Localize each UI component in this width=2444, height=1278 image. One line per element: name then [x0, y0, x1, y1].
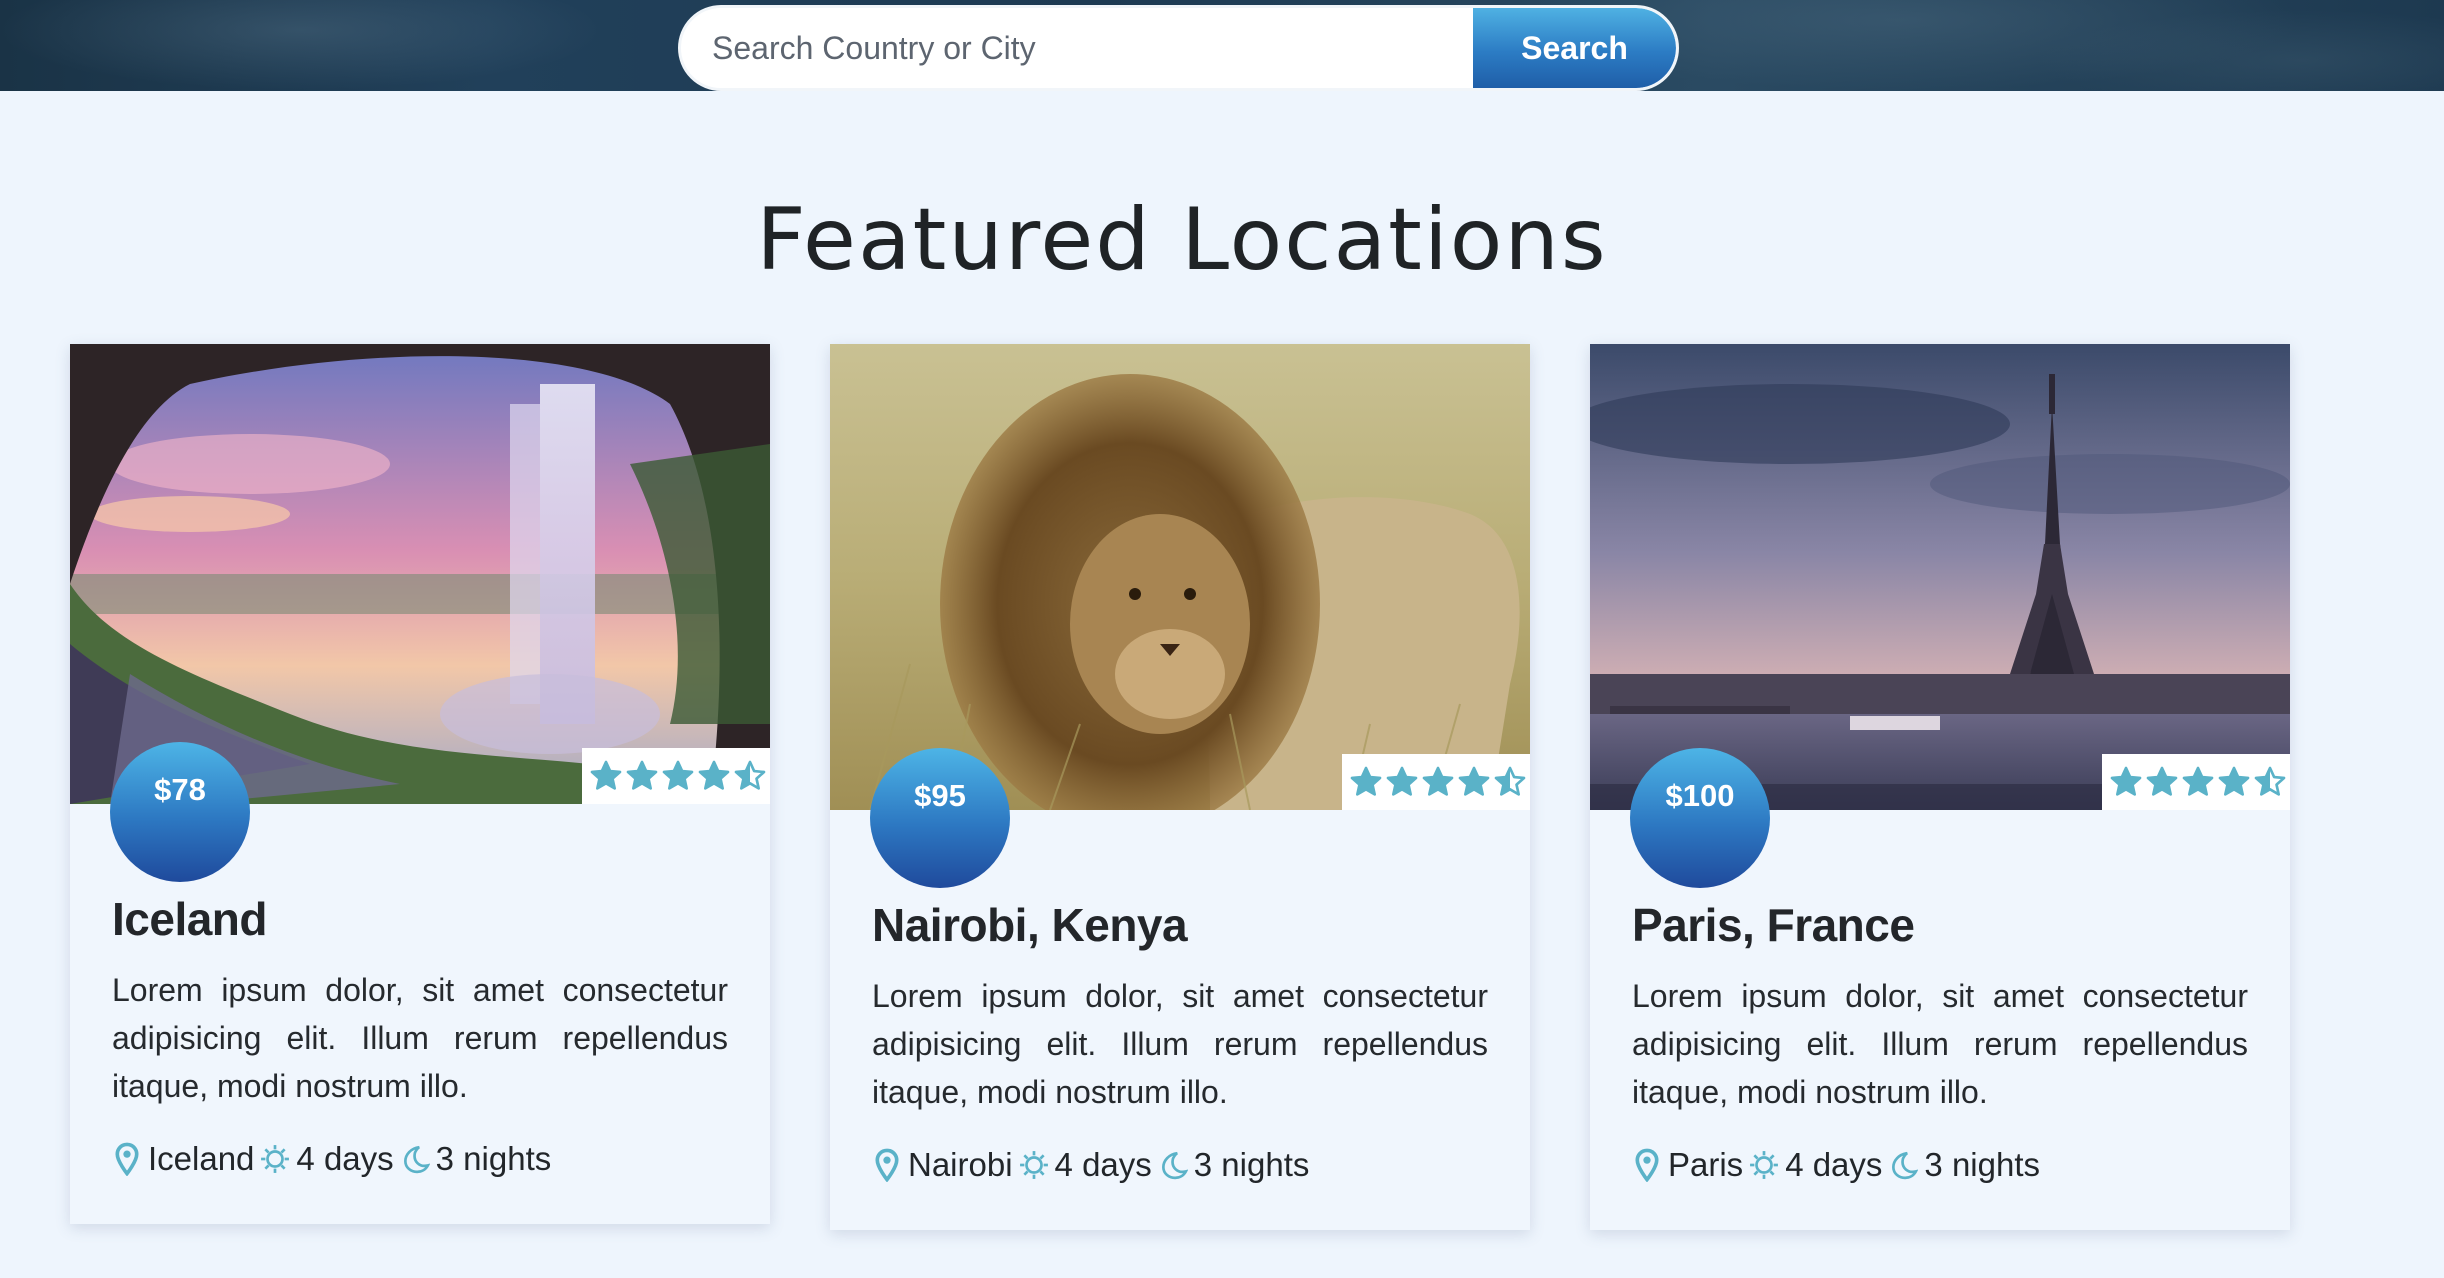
search-input[interactable] — [681, 8, 1473, 88]
card-description: Lorem ipsum dolor, sit amet consectetur … — [872, 978, 1488, 1110]
star-icon — [590, 760, 622, 790]
price-badge: $100 — [1630, 748, 1770, 888]
sun-icon — [1750, 1151, 1779, 1179]
trip-meta: Nairobi 4 days 3 nights — [872, 1146, 1488, 1184]
location-card-paris[interactable]: $100 Paris, France Lorem ipsum dolor, si… — [1590, 344, 2290, 1230]
lion-image — [830, 344, 1530, 810]
half-star-icon — [734, 760, 766, 790]
star-icon — [662, 760, 694, 790]
map-pin-icon — [115, 1142, 139, 1176]
trip-meta: Paris 4 days 3 nights — [1632, 1146, 2248, 1184]
waterfall-cave-image — [70, 344, 770, 804]
rating-stars — [582, 748, 770, 804]
page-title: Featured Locations — [756, 190, 1608, 290]
card-title[interactable]: Paris, France — [1632, 898, 2248, 952]
sun-icon — [261, 1145, 290, 1173]
search-form: Search — [678, 5, 1679, 91]
star-icon — [698, 760, 730, 790]
location-card-iceland[interactable]: $78 Iceland Lorem ipsum dolor, sit amet … — [70, 344, 770, 1224]
card-image — [1590, 344, 2290, 810]
star-icon — [1422, 766, 1454, 796]
map-pin-icon — [875, 1148, 899, 1182]
half-star-icon — [1494, 766, 1526, 796]
card-image — [70, 344, 770, 804]
star-icon — [626, 760, 658, 790]
rating-stars — [1342, 754, 1530, 810]
sun-icon — [1019, 1151, 1048, 1179]
star-icon — [1458, 766, 1490, 796]
trip-meta: Iceland 4 days 3 nights — [112, 1140, 728, 1178]
star-icon — [2146, 766, 2178, 796]
days-text: 4 days — [1785, 1146, 1883, 1183]
card-title[interactable]: Iceland — [112, 892, 728, 946]
star-icon — [2218, 766, 2250, 796]
card-image — [830, 344, 1530, 810]
location-text: Iceland — [148, 1140, 255, 1177]
search-button[interactable]: Search — [1473, 8, 1676, 88]
moon-icon — [1892, 1151, 1919, 1180]
star-icon — [2110, 766, 2142, 796]
price-badge: $78 — [110, 742, 250, 882]
map-pin-icon — [1635, 1148, 1659, 1182]
card-description: Lorem ipsum dolor, sit amet consectetur … — [112, 972, 728, 1104]
nights-text: 3 nights — [435, 1140, 552, 1177]
days-text: 4 days — [296, 1140, 394, 1177]
location-card-nairobi[interactable]: $95 Nairobi, Kenya Lorem ipsum dolor, si… — [830, 344, 1530, 1230]
location-text: Paris — [1668, 1146, 1744, 1183]
rating-stars — [2102, 754, 2290, 810]
half-star-icon — [2254, 766, 2286, 796]
price-badge: $95 — [870, 748, 1010, 888]
card-description: Lorem ipsum dolor, sit amet consectetur … — [1632, 978, 2248, 1110]
days-text: 4 days — [1054, 1146, 1152, 1183]
star-icon — [1386, 766, 1418, 796]
moon-icon — [403, 1145, 430, 1174]
nights-text: 3 nights — [1193, 1146, 1310, 1183]
location-text: Nairobi — [908, 1146, 1013, 1183]
nights-text: 3 nights — [1924, 1146, 2041, 1183]
eiffel-tower-image — [1590, 344, 2290, 810]
card-title[interactable]: Nairobi, Kenya — [872, 898, 1488, 952]
star-icon — [1350, 766, 1382, 796]
moon-icon — [1161, 1151, 1188, 1180]
star-icon — [2182, 766, 2214, 796]
